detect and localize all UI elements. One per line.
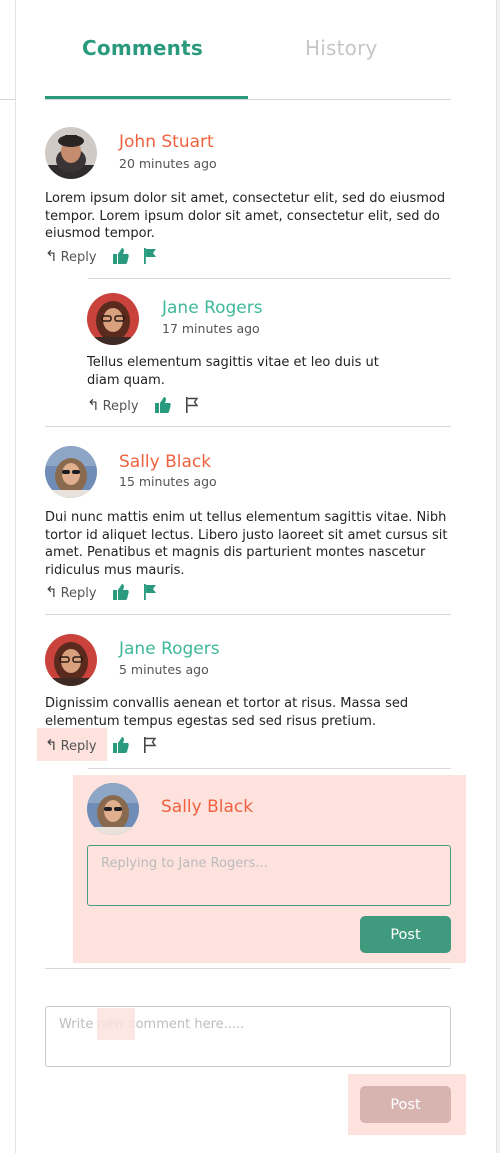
reply-arrow-icon: ↰ [87, 396, 100, 414]
left-strip [0, 0, 16, 1153]
tab-history[interactable]: History [305, 36, 378, 60]
avatar [45, 634, 97, 686]
reply-arrow-icon: ↰ [45, 583, 58, 601]
comment-divider [88, 278, 451, 279]
comment-text: Tellus elementum sagittis vitae et leo d… [87, 355, 379, 388]
reply-input[interactable] [87, 845, 451, 906]
reply-arrow-icon: ↰ [45, 736, 58, 754]
reply-label: Reply [60, 586, 97, 601]
comment-author[interactable]: John Stuart [119, 132, 214, 152]
reply-post-button[interactable]: Post [360, 916, 451, 953]
left-strip-divider [0, 99, 16, 100]
reply-button[interactable]: ↰ Reply [45, 736, 97, 754]
reply-comment-item: Jane Rogers 17 minutes ago Tellus elemen… [87, 293, 447, 418]
comment-item: Sally Black 15 minutes ago Dui nunc matt… [45, 446, 455, 606]
comment-text: Lorem ipsum dolor sit amet, consectetur … [45, 191, 446, 241]
reply-label: Reply [60, 739, 97, 754]
avatar [87, 783, 139, 835]
comment-actions: ↰ Reply [45, 736, 165, 758]
section-divider [45, 968, 451, 969]
comment-actions: ↰ Reply [45, 247, 165, 269]
post-button-highlight: Post [348, 1074, 466, 1135]
flag-icon[interactable] [143, 584, 157, 600]
avatar [45, 446, 97, 498]
reply-composer: Sally Black Post [73, 775, 466, 963]
reply-label: Reply [102, 399, 139, 414]
thumbs-up-icon[interactable] [112, 583, 130, 601]
reply-button[interactable]: ↰ Reply [45, 247, 97, 265]
reply-arrow-icon: ↰ [45, 247, 58, 265]
new-word-highlight [97, 1008, 135, 1040]
comment-divider [88, 768, 451, 769]
comment-author[interactable]: Sally Black [119, 452, 211, 472]
comment-text: Dignissim convallis aenean et tortor at … [45, 696, 409, 729]
flag-outline-icon[interactable] [185, 397, 199, 413]
comment-timestamp: 20 minutes ago [119, 156, 217, 171]
comment-actions: ↰ Reply [45, 583, 165, 605]
comment-timestamp: 5 minutes ago [119, 662, 209, 677]
tab-bar: Comments History [45, 0, 451, 100]
comment-item: Jane Rogers 5 minutes ago Dignissim conv… [45, 634, 455, 759]
avatar [45, 127, 97, 179]
reply-button[interactable]: ↰ Reply [45, 583, 97, 601]
comment-author[interactable]: Jane Rogers [162, 298, 263, 318]
comment-timestamp: 15 minutes ago [119, 474, 217, 489]
comment-divider [45, 426, 451, 427]
avatar [87, 293, 139, 345]
tab-comments[interactable]: Comments [82, 36, 203, 60]
comment-item: John Stuart 20 minutes ago Lorem ipsum d… [45, 127, 455, 267]
comment-text: Dui nunc mattis enim ut tellus elementum… [45, 510, 448, 578]
comment-author[interactable]: Jane Rogers [119, 639, 220, 659]
flag-icon[interactable] [143, 248, 157, 264]
flag-outline-icon[interactable] [143, 737, 157, 753]
reply-button[interactable]: ↰ Reply [87, 396, 139, 414]
comment-actions: ↰ Reply [87, 396, 207, 418]
thumbs-up-icon[interactable] [112, 736, 130, 754]
new-comment-post-button[interactable]: Post [360, 1086, 451, 1123]
active-tab-indicator [45, 96, 248, 99]
comment-divider [45, 614, 451, 615]
reply-author: Sally Black [161, 797, 254, 817]
thumbs-up-icon[interactable] [112, 247, 130, 265]
thumbs-up-icon[interactable] [154, 396, 172, 414]
reply-label: Reply [60, 250, 97, 265]
comments-panel: Comments History John Stuart 20 minutes … [16, 0, 497, 1153]
comment-timestamp: 17 minutes ago [162, 321, 260, 336]
